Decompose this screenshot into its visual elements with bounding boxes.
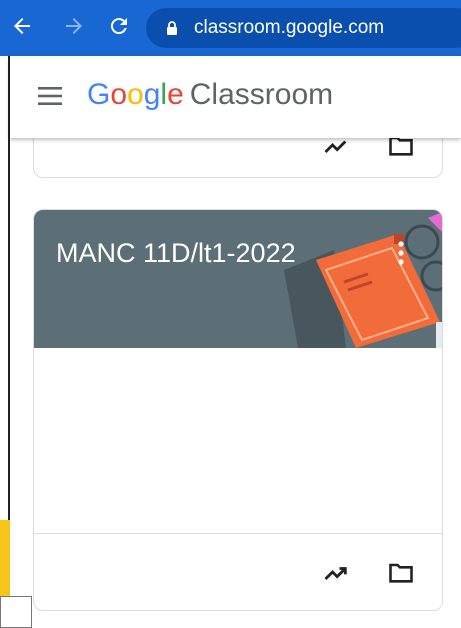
logo-letter: e (167, 78, 184, 111)
forward-arrow-icon[interactable] (62, 14, 86, 38)
google-classroom-logo[interactable]: Google Classroom (87, 78, 333, 112)
logo-letter: g (143, 78, 161, 111)
hamburger-menu-icon[interactable] (38, 87, 62, 105)
book-illustration (284, 212, 442, 348)
class-title[interactable]: MANC 11D/lt1-2022 (56, 238, 296, 269)
lock-icon (167, 21, 177, 35)
reload-icon[interactable] (107, 14, 131, 38)
logo-letter: o (127, 78, 144, 111)
folder-icon[interactable] (387, 558, 415, 586)
address-bar[interactable]: classroom.google.com (146, 8, 461, 48)
logo-letter: G (87, 78, 111, 111)
more-vert-icon[interactable] (396, 240, 406, 266)
back-arrow-icon[interactable] (10, 14, 34, 38)
url-text: classroom.google.com (194, 17, 385, 38)
product-name: Classroom (189, 78, 334, 111)
app-header: Google Classroom (10, 56, 461, 138)
trending-up-icon[interactable] (322, 558, 350, 586)
taskbar-item[interactable] (0, 596, 32, 628)
desktop-edge-tab (0, 520, 10, 596)
logo-letter: o (110, 78, 128, 111)
browser-toolbar: classroom.google.com (0, 0, 461, 56)
class-banner[interactable]: MANC 11D/lt1-2022 (34, 210, 442, 348)
card-divider (34, 533, 442, 534)
class-card[interactable]: MANC 11D/lt1-2022 (33, 209, 443, 611)
